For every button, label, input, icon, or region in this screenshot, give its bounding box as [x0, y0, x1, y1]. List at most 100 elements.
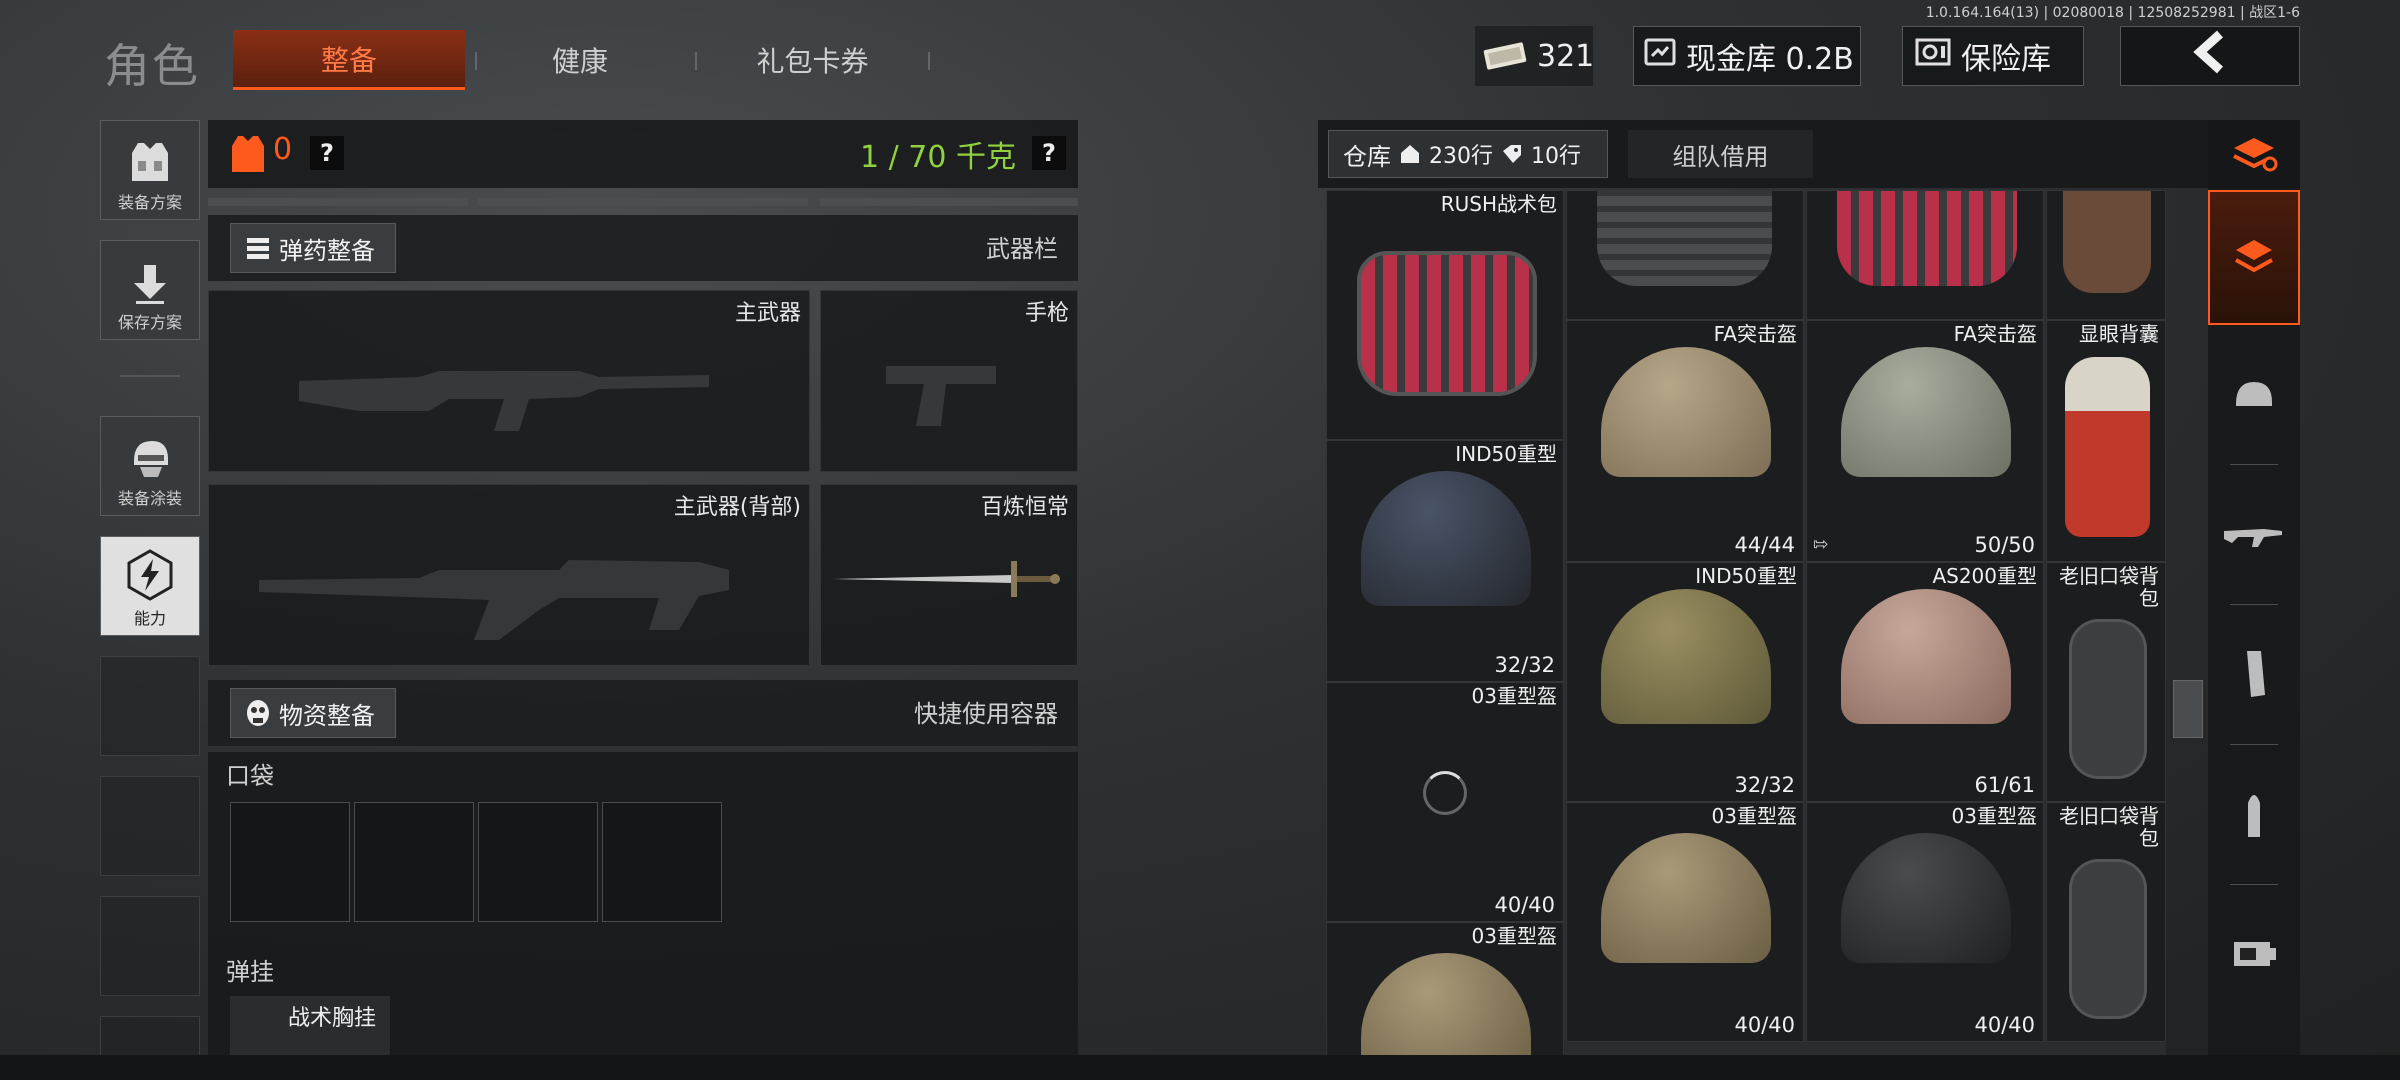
house-rows: 230行	[1429, 144, 1493, 169]
pocket-slot[interactable]	[354, 802, 474, 922]
weapon-bar-label: 武器栏	[986, 235, 1058, 263]
rig-item-label: 战术胸挂	[288, 1006, 377, 1031]
rifle-silhouette-icon	[299, 371, 709, 431]
item-name: 老旧口袋背包	[2059, 804, 2159, 850]
ability-label: 能力	[133, 609, 166, 628]
item-old-pocket-pack[interactable]: 老旧口袋背包	[2046, 802, 2166, 1042]
item-03-helmet[interactable]: 03重型盔 40/40	[1326, 682, 1564, 922]
item-name: 老旧口袋背包	[2059, 564, 2159, 610]
pocket-slot[interactable]	[602, 802, 722, 922]
supply-prep-button[interactable]: 物资整备	[230, 688, 396, 738]
item-ind50-helmet[interactable]: IND50重型 32/32	[1326, 440, 1564, 682]
pocket-slot[interactable]	[230, 802, 350, 922]
item-name: RUSH战术包	[1440, 192, 1557, 216]
melee-label: 百炼恒常	[980, 495, 1069, 520]
item-backpack[interactable]	[1806, 190, 2044, 320]
filter-helmet-button[interactable]	[2208, 328, 2300, 463]
primary-weapon-back-slot[interactable]: 主武器(背部)	[208, 484, 810, 666]
helmet-icon	[1841, 833, 2011, 963]
item-03-helmet[interactable]: 03重型盔 40/40	[1806, 802, 2044, 1042]
pocket-label: 口袋	[226, 762, 274, 790]
divider-line	[478, 198, 808, 206]
cash-vault-button[interactable]: 现金库 0.2B	[1633, 26, 1861, 86]
primary-weapon-slot[interactable]: 主武器	[208, 290, 810, 472]
filter-layers-button[interactable]	[2208, 190, 2300, 325]
item-durability: 44/44	[1734, 533, 1795, 557]
equipment-panel: 0 ? 1 / 70 千克 ? 弹药整备 武器栏 主武器 手枪 主武器(背部) …	[208, 120, 1078, 1072]
item-ind50-helmet[interactable]: IND50重型 32/32	[1566, 562, 1804, 802]
tab-equip[interactable]: 整备	[233, 30, 465, 90]
item-name: FA突击盔	[1953, 322, 2037, 346]
warehouse-scrollbar[interactable]	[2173, 680, 2203, 738]
tab-gift-coupons[interactable]: 礼包卡券	[700, 30, 925, 90]
filter-sight-button[interactable]	[2208, 886, 2300, 1021]
sidebar-empty-slot	[100, 776, 200, 876]
lightning-icon	[127, 549, 173, 601]
armor-count: 0	[273, 132, 293, 167]
item-fa-helmet[interactable]: FA突击盔 ⇰ 50/50	[1806, 320, 2044, 562]
filter-divider	[2230, 744, 2278, 745]
item-bright-pack[interactable]: 显眼背囊	[2046, 320, 2166, 562]
armor-help-button[interactable]: ?	[310, 136, 344, 170]
ammo-prep-button[interactable]: 弹药整备	[230, 223, 396, 273]
filter-column	[2208, 120, 2300, 1055]
ability-button[interactable]: 能力	[100, 536, 200, 636]
cash-value: 321	[1537, 38, 1595, 74]
item-old-pocket-pack[interactable]: 老旧口袋背包	[2046, 562, 2166, 802]
safe-icon	[1915, 37, 1951, 75]
item-backpack[interactable]	[2046, 190, 2166, 320]
tab-team-borrow[interactable]: 组队借用	[1628, 130, 1813, 178]
pistol-slot[interactable]: 手枪	[820, 290, 1078, 472]
filter-rifle-button[interactable]	[2208, 466, 2300, 601]
magazine-icon	[2247, 650, 2265, 697]
item-backpack[interactable]	[1566, 190, 1804, 320]
item-as200-helmet[interactable]: AS200重型 61/61	[1806, 562, 2044, 802]
equipment-skin-button[interactable]: 装备涂装	[100, 416, 200, 516]
save-plan-button[interactable]: 保存方案	[100, 240, 200, 340]
item-03-helmet[interactable]: 03重型盔 40/40	[1566, 802, 1804, 1042]
cash-icon	[1481, 40, 1529, 72]
helmet-icon	[1841, 347, 2011, 477]
armor-vest-icon	[230, 134, 266, 178]
rig-label: 弹挂	[226, 958, 274, 986]
back-button[interactable]	[2120, 26, 2300, 86]
filter-divider	[2230, 604, 2278, 605]
item-durability: 32/32	[1494, 653, 1555, 677]
backpack-icon	[2069, 859, 2147, 1019]
item-03-helmet[interactable]: 03重型盔	[1326, 922, 1564, 1055]
tab-warehouse[interactable]: 仓库 230行 10行	[1328, 130, 1608, 178]
weight-help-button[interactable]: ?	[1032, 136, 1066, 170]
pocket-slot[interactable]	[478, 802, 598, 922]
tab-health[interactable]: 健康	[485, 30, 675, 90]
item-name: 03重型盔	[1471, 684, 1557, 708]
supply-prep-label: 物资整备	[279, 701, 375, 730]
item-durability: 40/40	[1494, 893, 1555, 917]
weight-bar: 0 ? 1 / 70 千克 ?	[208, 120, 1078, 188]
loadout-plan-button[interactable]: 装备方案	[100, 120, 200, 220]
loading-spinner-icon	[1423, 771, 1467, 815]
insurance-vault-button[interactable]: 保险库	[1902, 26, 2084, 86]
item-name: 03重型盔	[1711, 804, 1797, 828]
vault-label: 现金库 0.2B	[1686, 42, 1854, 77]
item-durability: 40/40	[1734, 1013, 1795, 1037]
helmet-icon	[1361, 953, 1531, 1055]
tag-icon	[1503, 145, 1521, 163]
warehouse-tab-label: 仓库	[1343, 142, 1391, 171]
filter-magazine-button[interactable]	[2208, 606, 2300, 741]
item-durability: 32/32	[1734, 773, 1795, 797]
filter-ammo-button[interactable]	[2208, 746, 2300, 881]
filter-all-button[interactable]	[2208, 120, 2300, 188]
rifle-silhouette-icon	[259, 560, 729, 640]
warehouse-grid: RUSH战术包 FA突击盔 44/44 FA突击盔 ⇰ 50/50 显眼背囊 I…	[1326, 190, 2166, 1055]
all-stack-icon	[2233, 138, 2278, 172]
sidebar-empty-slot	[100, 656, 200, 756]
item-fa-helmet[interactable]: FA突击盔 44/44	[1566, 320, 1804, 562]
item-rush-bag[interactable]: RUSH战术包	[1326, 190, 1564, 440]
helmet-icon	[1841, 589, 2011, 724]
helmet-icon	[1601, 833, 1771, 963]
mask-icon	[247, 700, 269, 726]
bottom-strip	[0, 1055, 2400, 1080]
backpack-icon	[1597, 191, 1772, 286]
item-name: 03重型盔	[1951, 804, 2037, 828]
melee-slot[interactable]: 百炼恒常	[820, 484, 1078, 666]
